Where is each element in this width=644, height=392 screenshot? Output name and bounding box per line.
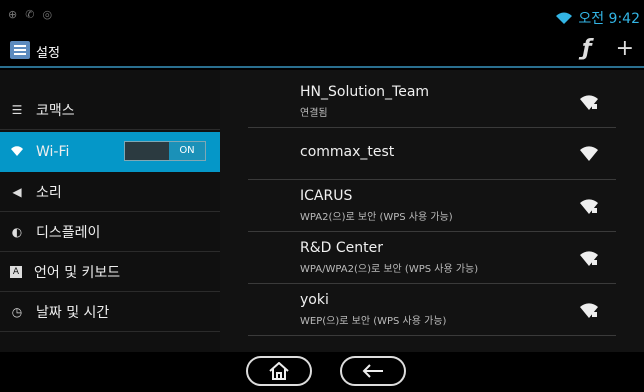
status-notifications: ⊕ ✆ ◎ — [8, 8, 52, 21]
wifi-signal-icon — [580, 146, 598, 161]
sidebar-item-label: 언어 및 키보드 — [34, 264, 121, 281]
wifi-signal-lock-icon — [580, 251, 598, 266]
status-time: 오전 9:42 — [578, 11, 640, 27]
settings-app-icon[interactable] — [10, 41, 30, 59]
sidebar-item-commax[interactable]: ☰ 코맥스 — [0, 90, 220, 130]
home-button[interactable] — [246, 356, 312, 386]
sidebar-item-datetime[interactable]: ◷ 날짜 및 시간 — [0, 292, 220, 332]
network-item[interactable]: R&D Center WPA/WPA2(으)로 보안 (WPS 사용 가능) — [220, 232, 644, 284]
network-name: R&D Center — [300, 240, 383, 256]
status-right: 오전 9:42 — [556, 8, 640, 28]
back-button[interactable] — [340, 356, 406, 386]
back-arrow-icon — [362, 364, 383, 378]
sidebar-item-label: 소리 — [36, 184, 62, 201]
network-name: yoki — [300, 292, 329, 308]
action-bar-divider — [0, 66, 644, 68]
wifi-icon — [10, 145, 24, 159]
sidebar-item-label: 코맥스 — [36, 102, 75, 119]
wifi-signal-lock-icon — [580, 199, 598, 214]
wifi-toggle[interactable]: ON — [124, 141, 206, 161]
action-bar-icons: ƒ + — [582, 36, 634, 61]
divider — [248, 335, 616, 336]
network-item[interactable]: HN_Solution_Team 연결됨 — [220, 76, 644, 128]
network-item[interactable]: commax_test — [220, 128, 644, 180]
sidebar-item-display[interactable]: ◐ 디스플레이 — [0, 212, 220, 252]
network-item[interactable]: yoki WEP(으)로 보안 (WPS 사용 가능) — [220, 284, 644, 336]
action-bar: 설정 ƒ + — [0, 32, 644, 66]
sidebar-item-sound[interactable]: ◀ 소리 — [0, 172, 220, 212]
call-icon: ✆ — [25, 8, 35, 21]
sync-icon: ◎ — [42, 8, 53, 21]
speaker-icon: ◀ — [12, 184, 22, 199]
page-title: 설정 — [36, 46, 60, 61]
list-icon: ☰ — [11, 102, 23, 117]
sidebar-item-label: Wi-Fi — [36, 144, 70, 160]
network-status: WEP(으)로 보안 (WPS 사용 가능) — [300, 316, 447, 327]
wifi-network-list: HN_Solution_Team 연결됨 commax_test ICARUS … — [220, 70, 644, 352]
wifi-status-icon — [556, 12, 573, 24]
network-item[interactable]: ICARUS WPA2(으)로 보안 (WPS 사용 가능) — [220, 180, 644, 232]
toggle-on-label: ON — [169, 142, 205, 160]
wifi-signal-lock-icon — [580, 303, 598, 318]
notification-icon: ⊕ — [8, 8, 18, 21]
wps-icon[interactable]: ƒ — [582, 36, 592, 61]
network-status: WPA2(으)로 보안 (WPS 사용 가능) — [300, 212, 453, 223]
network-name: ICARUS — [300, 188, 353, 204]
sidebar-item-language[interactable]: A 언어 및 키보드 — [0, 252, 220, 292]
home-icon — [269, 362, 289, 380]
network-status: 연결됨 — [300, 108, 328, 119]
clock-icon: ◷ — [11, 304, 23, 319]
brightness-icon: ◐ — [11, 224, 23, 239]
navigation-bar — [0, 352, 644, 392]
sidebar-item-label: 디스플레이 — [36, 224, 101, 241]
network-status: WPA/WPA2(으)로 보안 (WPS 사용 가능) — [300, 264, 479, 275]
add-icon[interactable]: + — [616, 36, 634, 61]
keyboard-icon: A — [10, 265, 22, 278]
status-bar: ⊕ ✆ ◎ 오전 9:42 — [0, 0, 644, 32]
settings-menu: ☰ 코맥스 Wi-Fi ON ◀ 소리 ◐ 디스플레이 A 언어 및 키보드 ◷… — [0, 70, 220, 352]
sidebar-item-wifi[interactable]: Wi-Fi ON — [0, 132, 220, 172]
network-name: HN_Solution_Team — [300, 84, 430, 100]
network-name: commax_test — [300, 144, 395, 160]
sidebar-item-label: 날짜 및 시간 — [36, 304, 110, 321]
wifi-signal-lock-icon — [580, 95, 598, 110]
